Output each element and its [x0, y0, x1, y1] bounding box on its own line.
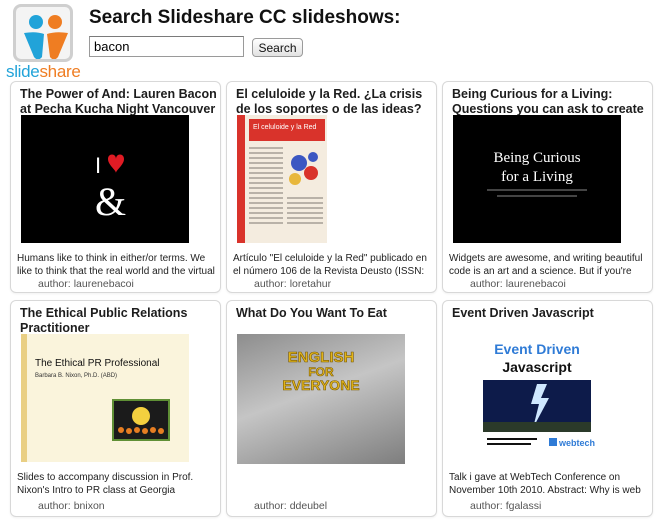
header: slideshare Search Slideshare CC slidesho… [0, 0, 669, 82]
page-title: Search Slideshare CC slideshows: [89, 7, 401, 28]
author-name[interactable]: laurenebacoi [506, 278, 566, 290]
search-input[interactable] [89, 36, 244, 57]
card-title[interactable]: Being Curious for a Living: Questions yo… [452, 87, 652, 117]
card-description [233, 471, 436, 497]
author-name[interactable]: bnixon [74, 500, 105, 512]
author-name[interactable]: laurenebacoi [74, 278, 134, 290]
lightbulb-icon [132, 407, 150, 425]
card-description: Artículo "El celuloide y la Red" publica… [233, 253, 427, 277]
slide-thumbnail[interactable]: ENGLISH FOR EVERYONE [237, 334, 405, 464]
author-label: author: [470, 278, 503, 290]
slideshow-card[interactable]: The Power of And: Lauren Bacon at Pecha … [10, 81, 221, 293]
card-description: Slides to accompany discussion in Prof. … [17, 472, 194, 496]
slideshow-card[interactable]: El celuloide y la Red. ¿La crisis de los… [226, 81, 437, 293]
thumb-text: ENGLISH [288, 349, 355, 366]
card-title[interactable]: The Ethical Public Relations Practitione… [20, 306, 220, 336]
thumb-text: Barbara B. Nixon, Ph.D. (ABD) [35, 373, 117, 379]
thumb-text: The Ethical PR Professional [35, 358, 160, 369]
logo-wordmark: slideshare [6, 62, 81, 81]
thumb-text: EVERYONE [282, 377, 359, 393]
slideshow-card[interactable]: Event Driven Javascript Event Driven Jav… [442, 300, 653, 517]
thumb-text: Being Curious [493, 150, 580, 166]
thumb-text: El celuloide y la Red [253, 124, 317, 131]
slide-thumbnail[interactable]: Being Curious for a Living [453, 115, 621, 243]
thumb-text: Javascript [502, 359, 572, 375]
slide-thumbnail[interactable]: I & [21, 115, 189, 243]
author-name[interactable]: loretahur [290, 278, 331, 290]
thumb-text: webtech [558, 438, 595, 448]
card-description: Widgets are awesome, and writing beautif… [449, 253, 643, 277]
card-author: author: loretahur [254, 278, 331, 290]
author-label: author: [254, 278, 287, 290]
slideshare-logo[interactable]: slideshare [6, 4, 82, 81]
thumb-text: Event Driven [494, 341, 580, 357]
author-label: author: [254, 500, 287, 512]
card-title[interactable]: What Do You Want To Eat [236, 306, 436, 321]
slide-thumbnail[interactable]: Event Driven Javascript webtech [453, 334, 621, 462]
slide-thumbnail[interactable]: El celuloide y la Red [237, 115, 327, 243]
search-button[interactable]: Search [252, 38, 303, 57]
thumb-text: for a Living [501, 169, 573, 185]
author-label: author: [38, 278, 71, 290]
thumb-text: & [95, 179, 126, 224]
card-title[interactable]: El celuloide y la Red. ¿La crisis de los… [236, 87, 436, 117]
card-author: author: bnixon [38, 500, 105, 512]
card-author: author: laurenebacoi [470, 278, 566, 290]
slideshow-card[interactable]: Being Curious for a Living: Questions yo… [442, 81, 653, 293]
author-name[interactable]: fgalassi [506, 500, 542, 512]
card-description: Humans like to think in either/or terms.… [17, 253, 215, 277]
card-title[interactable]: Event Driven Javascript [452, 306, 652, 321]
slide-thumbnail[interactable]: The Ethical PR Professional Barbara B. N… [21, 334, 189, 462]
logo-people-icon [13, 4, 73, 62]
card-author: author: laurenebacoi [38, 278, 134, 290]
slideshow-card[interactable]: What Do You Want To Eat ENGLISH FOR EVER… [226, 300, 437, 517]
card-title[interactable]: The Power of And: Lauren Bacon at Pecha … [20, 87, 220, 117]
author-label: author: [470, 500, 503, 512]
author-name[interactable]: ddeubel [290, 500, 327, 512]
slideshow-card[interactable]: The Ethical Public Relations Practitione… [10, 300, 221, 517]
card-description: Talk i gave at WebTech Conference on Nov… [449, 472, 641, 496]
author-label: author: [38, 500, 71, 512]
card-author: author: fgalassi [470, 500, 541, 512]
card-author: author: ddeubel [254, 500, 327, 512]
thumb-text: I [95, 153, 101, 178]
heart-icon [108, 154, 124, 173]
